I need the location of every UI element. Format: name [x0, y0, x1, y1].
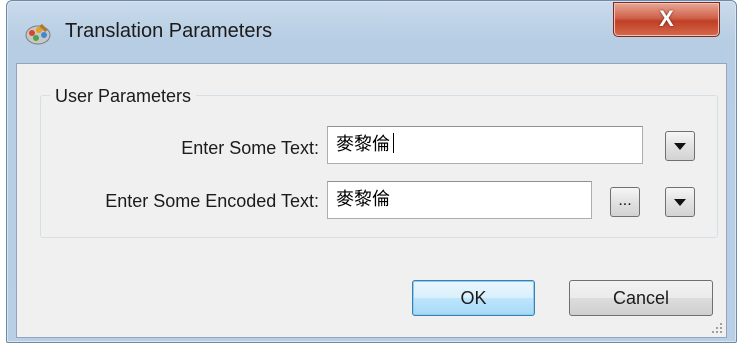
ok-button[interactable]: OK	[412, 280, 535, 316]
translation-app-icon	[25, 24, 51, 45]
encoded-text-dropdown-button[interactable]	[665, 187, 695, 217]
text-dropdown-button[interactable]	[665, 131, 695, 161]
enter-some-encoded-text-label: Enter Some Encoded Text:	[105, 191, 319, 211]
close-icon: X	[659, 6, 674, 31]
resize-grip-icon[interactable]	[711, 322, 723, 334]
browse-button[interactable]: ...	[610, 187, 640, 217]
enter-some-text-input[interactable]: 麥黎倫	[327, 126, 643, 164]
dialog-window: Translation Parameters X User Parameters…	[6, 0, 737, 343]
triangle-down-icon	[674, 143, 686, 150]
text-caret	[393, 133, 394, 153]
dialog-body: User Parameters Enter Some Text: 麥黎倫 Ent…	[16, 63, 727, 338]
ellipsis-icon: ...	[618, 192, 632, 209]
title-bar[interactable]: Translation Parameters X	[7, 1, 736, 63]
cancel-button[interactable]: Cancel	[569, 280, 713, 316]
group-label: User Parameters	[50, 86, 197, 107]
triangle-down-icon	[674, 199, 686, 206]
enter-some-text-value: 麥黎倫	[336, 134, 390, 155]
enter-some-encoded-text-value: 麥黎倫	[336, 189, 390, 210]
enter-some-text-label: Enter Some Text:	[181, 138, 319, 158]
window-title: Translation Parameters	[65, 20, 273, 42]
close-button[interactable]: X	[613, 2, 720, 37]
enter-some-encoded-text-input[interactable]: 麥黎倫	[327, 181, 592, 219]
